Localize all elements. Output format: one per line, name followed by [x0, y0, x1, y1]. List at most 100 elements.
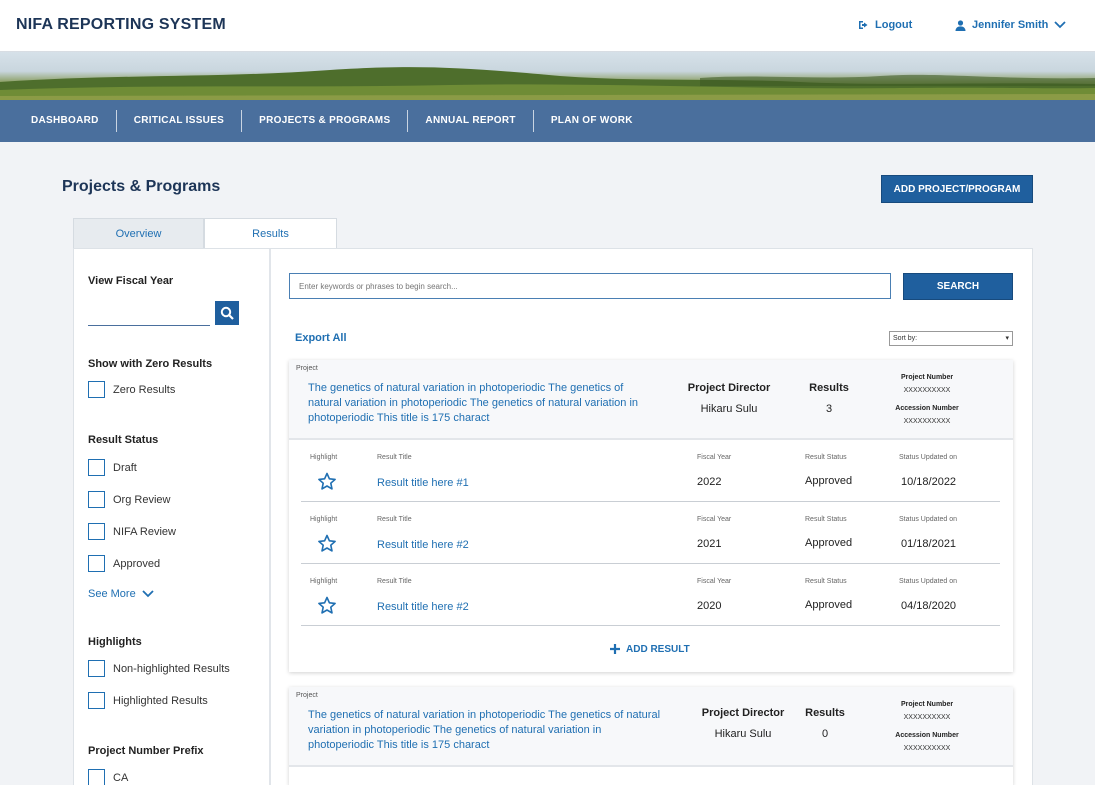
sort-label: Sort by:	[893, 335, 918, 342]
highlighted-checkbox[interactable]: Highlighted Results	[88, 692, 208, 709]
result-row: Highlight Result Title Result title here…	[301, 564, 1000, 626]
results-count: 0	[821, 728, 829, 740]
fiscal-year-input[interactable]	[88, 302, 210, 326]
result-status-value: Approved	[805, 599, 853, 611]
search-button[interactable]: SEARCH	[903, 273, 1013, 300]
zero-results-heading: Show with Zero Results	[88, 358, 213, 370]
see-more-label: See More	[88, 588, 136, 600]
status-approved-checkbox[interactable]: Approved	[88, 555, 160, 572]
results-count: 3	[825, 403, 833, 415]
highlight-label: Highlight	[310, 578, 338, 585]
status-updated-label: Status Updated on	[899, 516, 957, 523]
fiscal-year-label: Fiscal Year	[697, 454, 732, 461]
checkbox[interactable]	[88, 692, 105, 709]
banner-image	[0, 52, 1095, 100]
add-project-button[interactable]: ADD PROJECT/PROGRAM	[881, 175, 1033, 203]
project-header: Project The genetics of natural variatio…	[289, 687, 1013, 767]
search-icon	[220, 306, 234, 320]
result-row: Highlight Result Title Result title here…	[301, 502, 1000, 564]
nav-projects-programs[interactable]: PROJECTS & PROGRAMS	[242, 110, 409, 132]
nav-critical-issues[interactable]: CRITICAL ISSUES	[117, 110, 243, 132]
tab-overview[interactable]: Overview	[73, 218, 204, 248]
project-tag: Project	[296, 692, 318, 699]
project-number-value: XXXXXXXXXX	[903, 714, 951, 721]
star-icon[interactable]	[317, 596, 337, 620]
result-status-value: Approved	[805, 475, 853, 487]
checkbox-label: CA	[113, 771, 129, 784]
checkbox[interactable]	[88, 769, 105, 785]
project-prefix-heading: Project Number Prefix	[88, 745, 204, 757]
tab-results[interactable]: Results	[204, 218, 337, 248]
result-title-label: Result Title	[377, 516, 412, 523]
landscape-illustration	[0, 67, 1095, 100]
results-heading: Results	[805, 707, 845, 719]
checkbox-label: Highlighted Results	[113, 694, 208, 707]
project-title-link[interactable]: The genetics of natural variation in pho…	[308, 708, 664, 753]
page-title: Projects & Programs	[62, 178, 221, 195]
checkbox[interactable]	[88, 459, 105, 476]
director-heading: Project Director	[701, 707, 785, 719]
project-tag: Project	[296, 365, 318, 372]
result-status-heading: Result Status	[88, 434, 159, 446]
nav-annual-report[interactable]: ANNUAL REPORT	[408, 110, 534, 132]
result-row: Highlight Result Title Result title here…	[301, 440, 1000, 502]
result-status-value: Approved	[805, 537, 853, 549]
checkbox[interactable]	[88, 381, 105, 398]
checkbox[interactable]	[88, 491, 105, 508]
checkbox[interactable]	[88, 660, 105, 677]
result-title-link[interactable]: Result title here #2	[377, 539, 469, 551]
highlight-label: Highlight	[310, 516, 338, 523]
prefix-ca-checkbox[interactable]: CA	[88, 769, 128, 785]
fiscal-year-label: Fiscal Year	[697, 516, 732, 523]
accession-number-value: XXXXXXXXXX	[903, 745, 951, 752]
director-name: Hikaru Sulu	[714, 728, 772, 740]
export-all-link[interactable]: Export All	[295, 332, 347, 344]
checkbox-label: Draft	[113, 461, 137, 474]
nav-dashboard[interactable]: DASHBOARD	[14, 110, 117, 132]
status-updated-value: 10/18/2022	[901, 476, 957, 488]
zero-results-checkbox[interactable]: Zero Results	[88, 381, 175, 398]
filter-sidebar: View Fiscal Year Show with Zero Results …	[74, 249, 271, 785]
nav-plan-of-work[interactable]: PLAN OF WORK	[534, 110, 650, 132]
status-nifa-review-checkbox[interactable]: NIFA Review	[88, 523, 176, 540]
fiscal-year-value: 2021	[697, 538, 722, 550]
checkbox[interactable]	[88, 555, 105, 572]
results-heading: Results	[809, 382, 849, 394]
project-title-link[interactable]: The genetics of natural variation in pho…	[308, 381, 638, 426]
app-title: NIFA REPORTING SYSTEM	[16, 16, 226, 33]
status-org-review-checkbox[interactable]: Org Review	[88, 491, 170, 508]
star-icon[interactable]	[317, 534, 337, 558]
status-updated-label: Status Updated on	[899, 454, 957, 461]
logout-link[interactable]: Logout	[858, 19, 912, 31]
highlights-heading: Highlights	[88, 636, 142, 648]
plus-icon	[610, 644, 620, 654]
checkbox-label: NIFA Review	[113, 525, 176, 538]
caret-down-icon: ▾	[1005, 335, 1009, 342]
keyword-search-input[interactable]	[289, 273, 891, 299]
logout-label: Logout	[875, 19, 913, 31]
result-title-link[interactable]: Result title here #2	[377, 601, 469, 613]
result-status-label: Result Status	[805, 516, 847, 523]
status-draft-checkbox[interactable]: Draft	[88, 459, 137, 476]
sort-select[interactable]: Sort by: ▾	[889, 331, 1013, 346]
highlight-label: Highlight	[310, 454, 338, 461]
project-header: Project The genetics of natural variatio…	[289, 360, 1013, 440]
status-updated-label: Status Updated on	[899, 578, 957, 585]
top-bar: NIFA REPORTING SYSTEM Logout Jennifer Sm…	[0, 0, 1095, 52]
star-icon[interactable]	[317, 472, 337, 496]
see-more-link[interactable]: See More	[88, 588, 154, 600]
result-title-link[interactable]: Result title here #1	[377, 477, 469, 489]
project-card: Project The genetics of natural variatio…	[289, 687, 1013, 785]
checkbox-label: Non-highlighted Results	[113, 662, 230, 675]
checkbox[interactable]	[88, 523, 105, 540]
fiscal-year-label: Fiscal Year	[697, 578, 732, 585]
user-menu[interactable]: Jennifer Smith	[955, 19, 1067, 31]
non-highlighted-checkbox[interactable]: Non-highlighted Results	[88, 660, 230, 677]
accession-number-heading: Accession Number	[895, 732, 959, 739]
checkbox-label: Zero Results	[113, 383, 176, 396]
add-result-button[interactable]: ADD RESULT	[609, 643, 690, 655]
fiscal-year-search-button[interactable]	[215, 301, 239, 325]
checkbox-label: Approved	[113, 557, 161, 570]
result-status-label: Result Status	[805, 454, 847, 461]
fiscal-year-value: 2020	[697, 600, 722, 612]
